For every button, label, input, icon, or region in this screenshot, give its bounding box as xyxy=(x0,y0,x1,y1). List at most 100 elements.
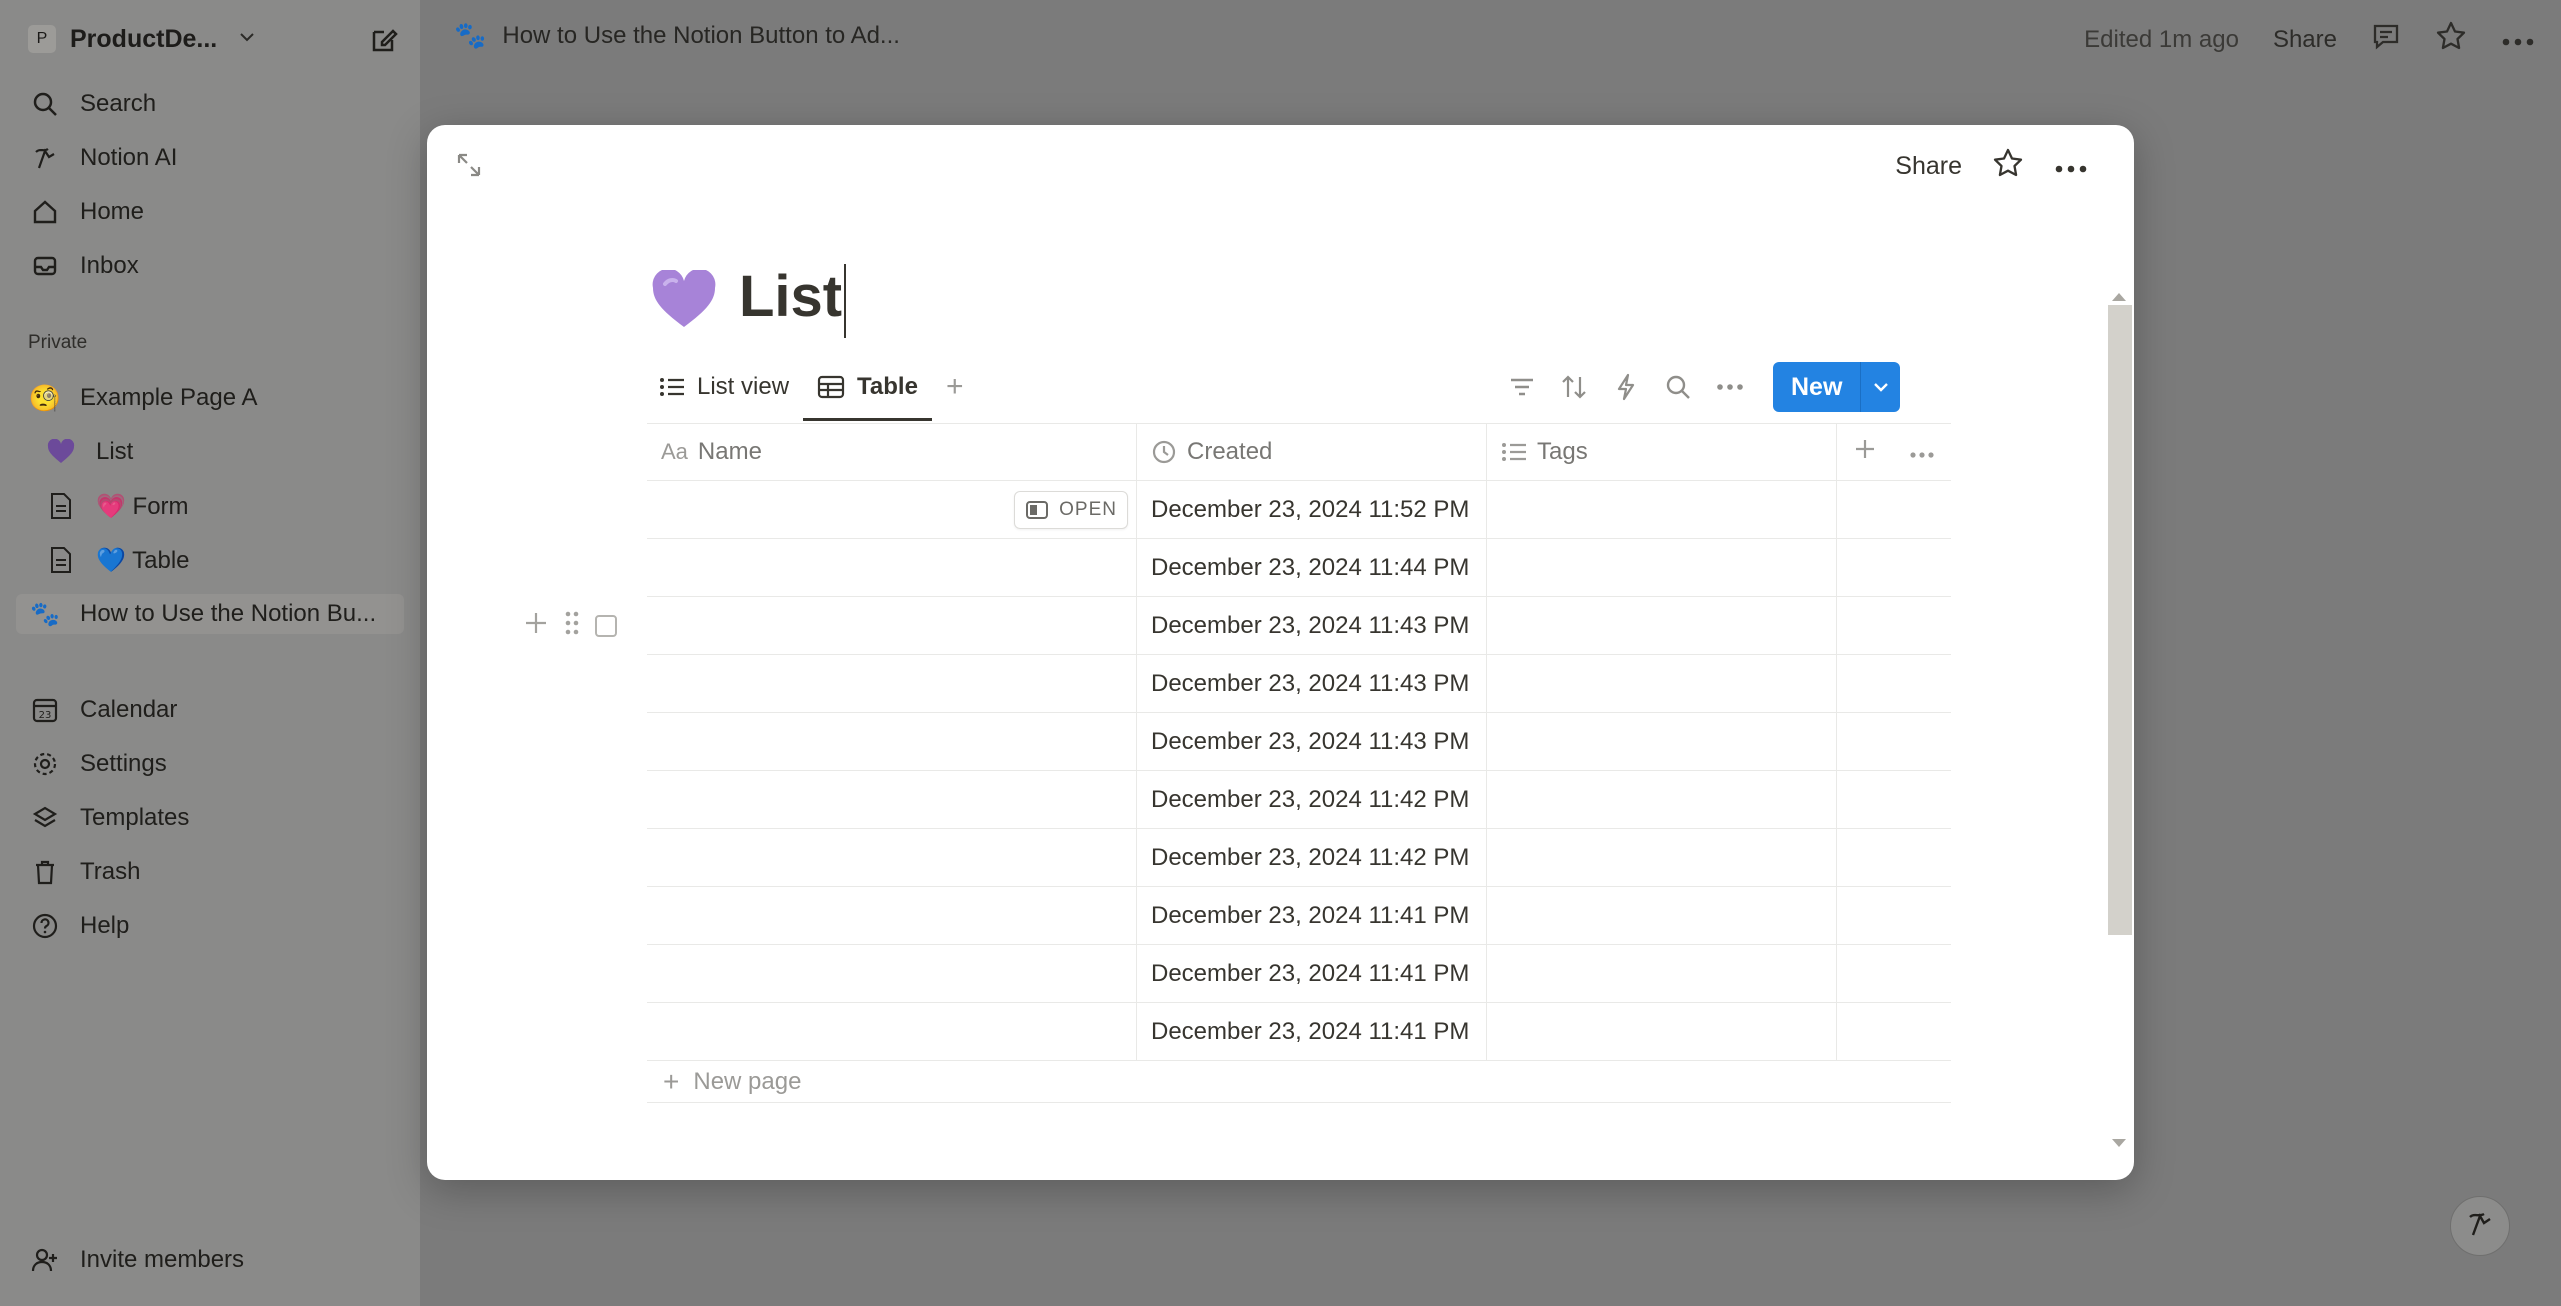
breadcrumb[interactable]: 🐾 How to Use the Notion Button to Ad... xyxy=(454,20,900,51)
tab-table[interactable]: Table xyxy=(803,365,932,421)
sidebar-item-form[interactable]: 💗 Form xyxy=(44,486,416,526)
sidebar-item-settings[interactable]: Settings xyxy=(28,744,400,784)
workspace-switcher[interactable]: P ProductDe... xyxy=(28,20,400,58)
tab-list-view[interactable]: List view xyxy=(659,365,789,409)
modal-share-button[interactable]: Share xyxy=(1895,152,1962,181)
sidebar-item-label: Notion AI xyxy=(80,144,178,171)
cell-name[interactable] xyxy=(647,539,1137,596)
cell-created[interactable]: December 23, 2024 11:42 PM xyxy=(1137,829,1487,886)
cell-created[interactable]: December 23, 2024 11:43 PM xyxy=(1137,713,1487,770)
table-row[interactable]: December 23, 2024 11:41 PM xyxy=(647,887,1951,945)
cell-tags[interactable] xyxy=(1487,481,1837,538)
cell-tags[interactable] xyxy=(1487,887,1837,944)
star-icon[interactable] xyxy=(2435,20,2467,59)
drag-handle-icon[interactable] xyxy=(563,609,581,642)
cell-tags[interactable] xyxy=(1487,771,1837,828)
cell-name[interactable] xyxy=(647,597,1137,654)
cell-spacer xyxy=(1837,945,1951,1002)
more-options-icon[interactable] xyxy=(1715,372,1745,402)
filter-icon[interactable] xyxy=(1507,372,1537,402)
row-select-checkbox[interactable] xyxy=(595,614,617,637)
more-options-icon[interactable] xyxy=(1909,438,1935,466)
search-icon[interactable] xyxy=(1663,372,1693,402)
column-header-tags[interactable]: Tags xyxy=(1487,424,1837,480)
table-row[interactable]: December 23, 2024 11:42 PM xyxy=(647,829,1951,887)
table-row[interactable]: December 23, 2024 11:41 PM xyxy=(647,945,1951,1003)
topbar-share-button[interactable]: Share xyxy=(2273,26,2337,54)
star-icon[interactable] xyxy=(1992,147,2024,186)
sidebar-item-home[interactable]: Home xyxy=(28,192,400,232)
expand-icon[interactable] xyxy=(455,151,483,184)
heart-icon[interactable] xyxy=(651,267,717,333)
database-toolbar: New xyxy=(1507,362,1901,412)
cell-created[interactable]: December 23, 2024 11:41 PM xyxy=(1137,945,1487,1002)
cell-name[interactable] xyxy=(647,887,1137,944)
table-row[interactable]: December 23, 2024 11:44 PM xyxy=(647,539,1951,597)
sidebar-item-table[interactable]: 💙 Table xyxy=(44,540,416,580)
sidebar-item-templates[interactable]: Templates xyxy=(28,798,400,838)
new-page-compose-icon[interactable] xyxy=(368,24,400,61)
cell-tags[interactable] xyxy=(1487,829,1837,886)
more-options-icon[interactable] xyxy=(2054,152,2088,181)
cell-tags[interactable] xyxy=(1487,655,1837,712)
table-row[interactable]: December 23, 2024 11:43 PM xyxy=(647,713,1951,771)
cell-created[interactable]: December 23, 2024 11:41 PM xyxy=(1137,887,1487,944)
more-options-icon[interactable] xyxy=(2501,26,2535,54)
open-row-button[interactable]: OPEN xyxy=(1014,491,1128,529)
add-view-icon[interactable]: + xyxy=(946,370,964,404)
cell-created[interactable]: December 23, 2024 11:41 PM xyxy=(1137,1003,1487,1060)
sidebar-item-calendar[interactable]: 23 Calendar xyxy=(28,690,400,730)
table-body: OPEN December 23, 2024 11:52 PM December… xyxy=(647,481,1951,1061)
sidebar-item-notion-ai[interactable]: Notion AI xyxy=(28,138,400,178)
sidebar-item-label: Home xyxy=(80,198,145,225)
cell-name[interactable] xyxy=(647,829,1137,886)
add-row-plus-icon[interactable] xyxy=(523,610,549,641)
cell-name[interactable] xyxy=(647,1003,1137,1060)
cell-tags[interactable] xyxy=(1487,1003,1837,1060)
cell-created[interactable]: December 23, 2024 11:52 PM xyxy=(1137,481,1487,538)
cell-created[interactable]: December 23, 2024 11:42 PM xyxy=(1137,771,1487,828)
cell-name[interactable] xyxy=(647,655,1137,712)
new-dropdown-chevron-icon[interactable] xyxy=(1860,362,1901,412)
cell-created[interactable]: December 23, 2024 11:43 PM xyxy=(1137,597,1487,654)
notion-ai-floating-button[interactable] xyxy=(2450,1196,2510,1256)
table-row[interactable]: December 23, 2024 11:43 PM xyxy=(647,655,1951,713)
sidebar-item-inbox[interactable]: Inbox xyxy=(28,246,400,286)
cell-name[interactable]: OPEN xyxy=(647,481,1137,538)
table-row[interactable]: December 23, 2024 11:43 PM xyxy=(647,597,1951,655)
cell-tags[interactable] xyxy=(1487,713,1837,770)
modal-scrollbar[interactable] xyxy=(2106,205,2134,1155)
new-button[interactable]: New xyxy=(1773,362,1861,412)
scroll-up-arrow[interactable] xyxy=(2112,293,2126,301)
table-row[interactable]: December 23, 2024 11:41 PM xyxy=(647,1003,1951,1061)
page-title[interactable]: List xyxy=(739,263,847,338)
cell-created[interactable]: December 23, 2024 11:44 PM xyxy=(1137,539,1487,596)
cell-name[interactable] xyxy=(647,713,1137,770)
table-row[interactable]: December 23, 2024 11:42 PM xyxy=(647,771,1951,829)
invite-members-button[interactable]: Invite members xyxy=(28,1240,400,1280)
cell-name[interactable] xyxy=(647,945,1137,1002)
inbox-icon xyxy=(28,249,62,283)
sort-icon[interactable] xyxy=(1559,372,1589,402)
sidebar-item-how-to-use-notion-button[interactable]: 🐾 How to Use the Notion Bu... xyxy=(16,594,404,634)
table-row[interactable]: OPEN December 23, 2024 11:52 PM xyxy=(647,481,1951,539)
sidebar-item-help[interactable]: Help xyxy=(28,906,400,946)
cell-tags[interactable] xyxy=(1487,945,1837,1002)
cell-created[interactable]: December 23, 2024 11:43 PM xyxy=(1137,655,1487,712)
clock-icon xyxy=(1151,439,1177,465)
column-header-name[interactable]: Aa Name xyxy=(647,424,1137,480)
sidebar-item-search[interactable]: Search xyxy=(28,84,400,124)
scroll-thumb[interactable] xyxy=(2108,305,2132,935)
sidebar-item-example-page-a[interactable]: 🧐 Example Page A xyxy=(28,378,400,418)
column-header-created[interactable]: Created xyxy=(1137,424,1487,480)
add-property-plus-icon[interactable] xyxy=(1853,437,1877,468)
cell-tags[interactable] xyxy=(1487,597,1837,654)
sidebar-item-list[interactable]: List xyxy=(44,432,416,472)
scroll-down-arrow[interactable] xyxy=(2112,1139,2126,1147)
sidebar-item-trash[interactable]: Trash xyxy=(28,852,400,892)
new-page-row[interactable]: + New page xyxy=(647,1061,1951,1103)
cell-tags[interactable] xyxy=(1487,539,1837,596)
comment-icon[interactable] xyxy=(2371,21,2401,58)
automation-lightning-icon[interactable] xyxy=(1611,372,1641,402)
cell-name[interactable] xyxy=(647,771,1137,828)
